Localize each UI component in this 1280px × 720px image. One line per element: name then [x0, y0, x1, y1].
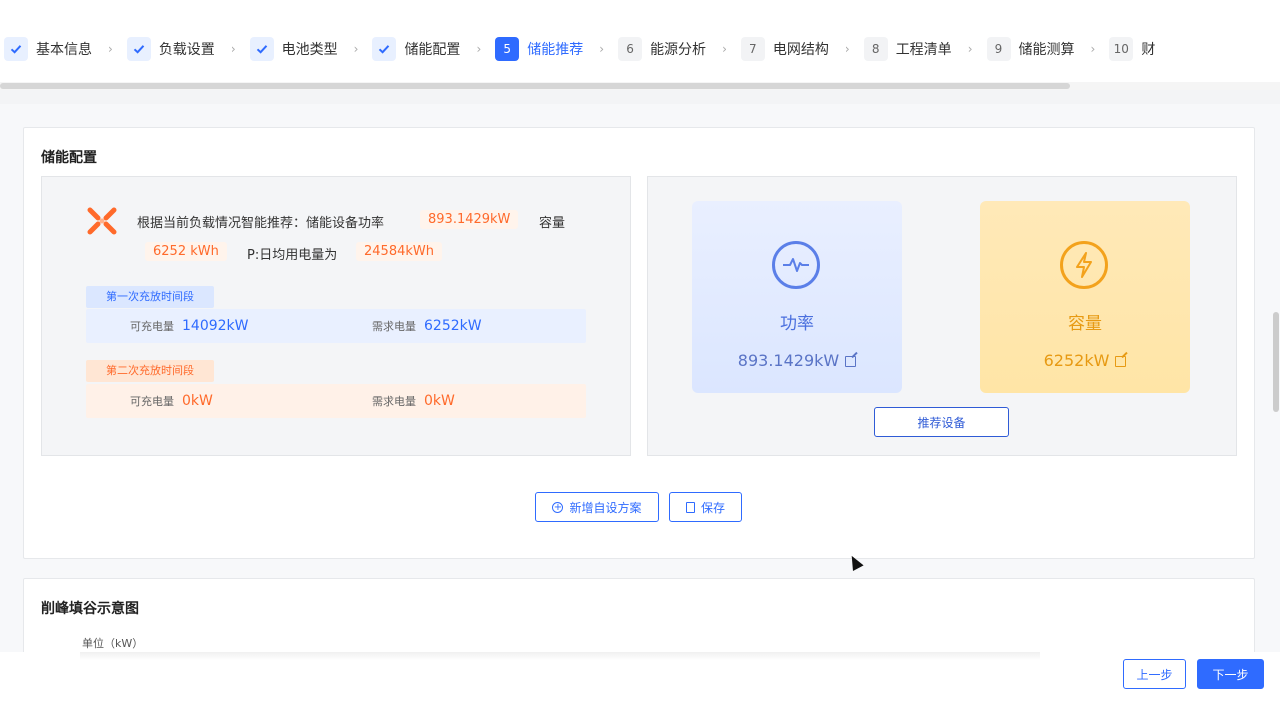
save-label: 保存	[700, 500, 725, 515]
step-label: 电池类型	[281, 42, 338, 58]
step-label: 能源分析	[650, 42, 707, 58]
plus-circle-icon: +	[552, 501, 564, 513]
demand-second: 需求电量 0kW	[372, 384, 455, 419]
chevron-right-icon: ›	[476, 42, 482, 56]
scrollbar-thumb[interactable]	[0, 83, 1070, 89]
kv-value: 6252kW	[424, 318, 482, 334]
vertical-scrollbar[interactable]	[1273, 312, 1279, 412]
step-grid-structure[interactable]: 7 电网结构 ›	[740, 36, 864, 62]
step-label: 财	[1141, 42, 1156, 58]
step-storage-recommend[interactable]: 5 储能推荐 ›	[495, 36, 618, 62]
chart-title: 削峰填谷示意图	[41, 601, 139, 617]
step-battery-type[interactable]: 电池类型 ›	[249, 36, 373, 62]
chevron-right-icon: ›	[1090, 42, 1096, 56]
check-icon	[372, 37, 397, 61]
chart-unit-label: 单位（kW）	[82, 637, 144, 650]
document-icon	[685, 501, 695, 513]
chargeable-second: 可充电量 0kW	[130, 384, 213, 419]
capacity-value: 6252kW	[980, 351, 1190, 370]
kv-value: 0kW	[182, 393, 213, 409]
power-value: 893.1429kW	[692, 351, 902, 370]
edit-icon[interactable]	[845, 356, 857, 367]
kv-label: 可充电量	[130, 320, 174, 333]
kv-label: 需求电量	[372, 320, 416, 333]
step-label: 电网结构	[772, 42, 829, 58]
lightning-icon	[1060, 241, 1108, 289]
footer-bar	[0, 652, 1280, 720]
step-project-list[interactable]: 8 工程清单 ›	[863, 36, 987, 62]
check-icon	[249, 37, 274, 61]
recommend-device-button[interactable]: 推荐设备	[874, 407, 1009, 437]
chevron-right-icon: ›	[599, 42, 605, 56]
demand-first: 需求电量 6252kW	[372, 309, 482, 344]
kv-label: 可充电量	[130, 395, 174, 408]
step-number: 10	[1109, 37, 1134, 61]
step-finance[interactable]: 10 财	[1109, 36, 1155, 62]
chevron-right-icon: ›	[722, 42, 727, 56]
add-custom-plan-button[interactable]: + 新增自设方案	[535, 492, 659, 522]
chevron-right-icon: ›	[230, 42, 236, 56]
power-title: 功率	[780, 314, 814, 334]
add-custom-plan-label: 新增自设方案	[569, 500, 642, 515]
recommended-power-value: 893.1429kW	[420, 210, 519, 229]
step-storage-calc[interactable]: 9 储能测算 ›	[986, 36, 1110, 62]
previous-step-button[interactable]: 上一步	[1123, 659, 1186, 689]
steps-list: 基本信息 › 负载设置 › 电池类型 › 储能配置 › 5 储能推荐 › 6 能…	[4, 36, 1155, 62]
capacity-title: 容量	[1068, 314, 1102, 334]
step-number: 9	[986, 37, 1011, 61]
period-tag-second: 第二次充放时间段	[86, 360, 214, 382]
power-value-wrap: 893.1429kW	[420, 210, 519, 229]
power-value-text: 893.1429kW	[737, 351, 840, 370]
save-button[interactable]: 保存	[669, 492, 742, 522]
recommendation-lead: 根据当前负载情况智能推荐：储能设备功率	[137, 216, 385, 231]
pulse-icon	[772, 241, 820, 289]
capacity-metric-card: 容量 6252kW	[980, 201, 1190, 393]
daily-usage-label: P:日均用电量为	[247, 248, 338, 263]
horizontal-scrollbar[interactable]	[0, 82, 1280, 90]
check-icon	[4, 37, 28, 61]
stepper: 基本信息 › 负载设置 › 电池类型 › 储能配置 › 5 储能推荐 › 6 能…	[0, 0, 1280, 96]
recommended-capacity-value: 6252 kWh	[145, 242, 227, 261]
step-number: 7	[740, 37, 765, 61]
step-label: 储能配置	[404, 42, 461, 58]
step-load-settings[interactable]: 负载设置 ›	[126, 36, 250, 62]
step-label: 基本信息	[36, 42, 92, 58]
chevron-right-icon: ›	[353, 42, 359, 56]
step-basic-info[interactable]: 基本信息 ›	[4, 36, 127, 62]
chevron-right-icon: ›	[108, 42, 113, 56]
check-icon	[126, 37, 151, 61]
capacity-label: 容量	[539, 216, 566, 231]
edit-icon[interactable]	[1115, 356, 1127, 367]
smart-logo-icon	[86, 205, 118, 237]
chevron-right-icon: ›	[844, 42, 850, 56]
step-number: 6	[618, 37, 643, 61]
card-title: 储能配置	[41, 150, 97, 166]
kv-value: 14092kW	[182, 318, 249, 334]
chargeable-first: 可充电量 14092kW	[130, 309, 249, 344]
step-label: 储能推荐	[527, 42, 584, 58]
daily-usage-value: 24584kWh	[356, 242, 442, 261]
kv-value: 0kW	[424, 393, 455, 409]
footer-divider	[80, 652, 1040, 660]
chevron-right-icon: ›	[967, 42, 973, 56]
power-metric-card: 功率 893.1429kW	[692, 201, 902, 393]
step-label: 工程清单	[895, 42, 952, 58]
capacity-value-wrap: 6252 kWh	[145, 242, 227, 261]
step-storage-config[interactable]: 储能配置 ›	[372, 36, 495, 62]
next-step-button[interactable]: 下一步	[1197, 659, 1264, 689]
step-number: 5	[495, 37, 520, 61]
step-energy-analysis[interactable]: 6 能源分析 ›	[618, 36, 741, 62]
daily-value-wrap: 24584kWh	[356, 242, 442, 261]
step-label: 负载设置	[158, 42, 215, 58]
step-label: 储能测算	[1018, 42, 1075, 58]
step-number: 8	[863, 37, 888, 61]
divider	[0, 90, 1280, 104]
kv-label: 需求电量	[372, 395, 416, 408]
period-tag-first: 第一次充放时间段	[86, 286, 214, 308]
capacity-value-text: 6252kW	[1043, 351, 1110, 370]
